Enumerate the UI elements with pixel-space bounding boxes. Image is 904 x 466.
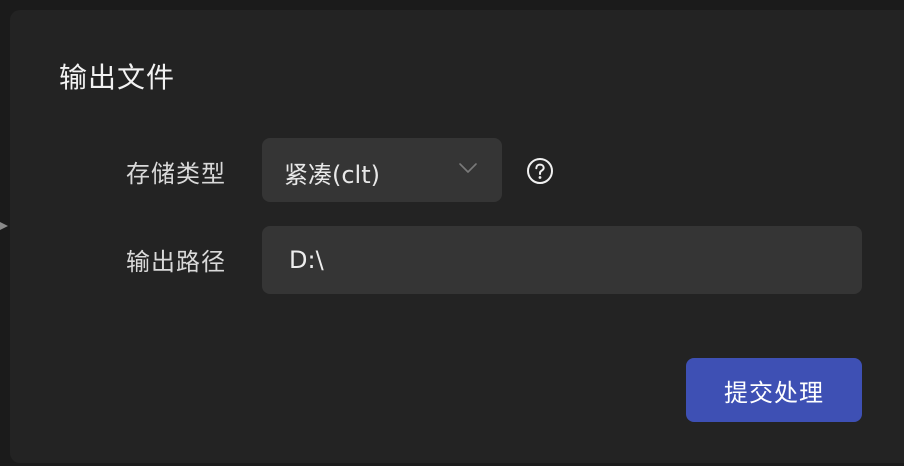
submit-button[interactable]: 提交处理 xyxy=(686,358,862,422)
storage-type-value: 紧凑(clt) xyxy=(284,161,380,189)
dialog-title: 输出文件 xyxy=(59,61,176,94)
output-file-dialog: 输出文件 存储类型 紧凑(clt) 输出路径 提交处理 xyxy=(10,10,904,463)
storage-type-select[interactable]: 紧凑(clt) xyxy=(262,138,502,202)
chevron-down-icon xyxy=(459,163,477,173)
help-icon[interactable] xyxy=(525,156,555,186)
output-path-input[interactable] xyxy=(262,226,862,294)
side-arrow-icon xyxy=(0,222,8,230)
output-path-label: 输出路径 xyxy=(126,248,226,276)
storage-type-label: 存储类型 xyxy=(126,160,226,188)
